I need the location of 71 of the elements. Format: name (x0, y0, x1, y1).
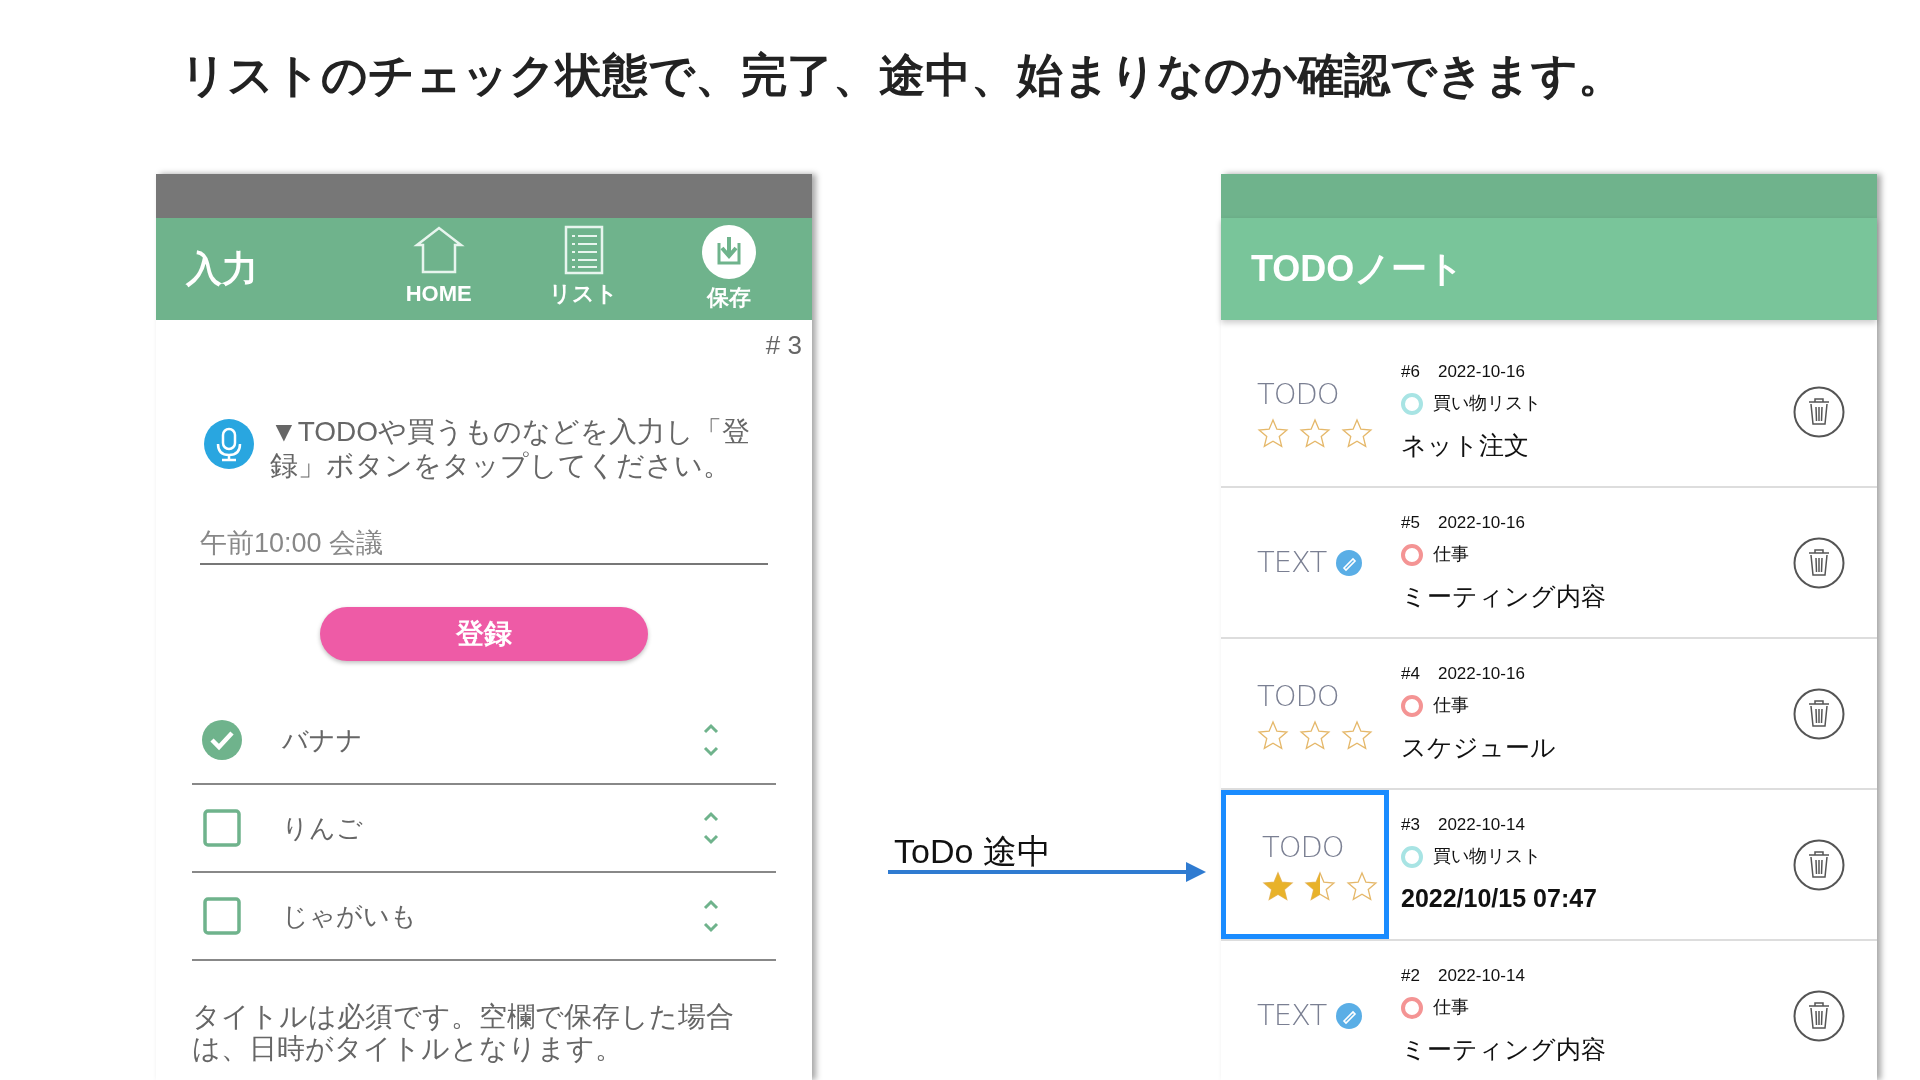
note-number: #3 (1401, 813, 1420, 836)
star-icon (1262, 871, 1294, 904)
note-type: TEXT (1257, 996, 1327, 1034)
trash-icon[interactable] (1793, 838, 1845, 891)
trash-icon[interactable] (1793, 536, 1845, 589)
note-number: #5 (1401, 511, 1420, 534)
nav-button[interactable]: リスト (529, 224, 639, 314)
note-title: スケジュール (1401, 732, 1557, 763)
star-icon (1257, 720, 1289, 753)
note-date: 2022-10-14 (1437, 813, 1525, 836)
category-label: 仕事 (1433, 996, 1469, 1019)
register-button[interactable]: 登録 (320, 607, 648, 661)
note-type: TODO (1257, 375, 1339, 413)
item-label: じゃがいも (282, 899, 418, 933)
home-icon (412, 224, 465, 275)
note-date: 2022-10-16 (1437, 360, 1525, 383)
note-type-panel[interactable]: TEXT (1221, 941, 1389, 1080)
record-number: # 3 (765, 329, 802, 362)
pencil-icon (1336, 1002, 1363, 1029)
screen-title: 入力 (186, 247, 259, 291)
star-icon (1299, 418, 1331, 451)
category-label: 仕事 (1433, 543, 1469, 566)
reorder-icon[interactable] (702, 810, 720, 846)
star-icon (1304, 871, 1336, 904)
star-icon (1346, 871, 1378, 904)
list-icon (564, 224, 604, 275)
note-number: #4 (1401, 662, 1420, 685)
star-icon (1341, 418, 1373, 451)
star-icon (1257, 418, 1289, 451)
reorder-icon[interactable] (702, 722, 720, 758)
instruction-text: ▼TODOや買うものなどを入力し「登録」ボタンをタップしてください。 (270, 415, 752, 483)
item-label: バナナ (282, 723, 364, 757)
annotation-label: ToDo 途中 (894, 831, 1051, 872)
note-type-panel[interactable]: TODO (1221, 790, 1389, 939)
headline: リストのチェック状態で、完了、途中、始まりなのか確認できます。 (180, 52, 1624, 98)
note-date: 2022-10-14 (1437, 964, 1525, 987)
checkbox[interactable] (202, 808, 242, 848)
download-icon (702, 224, 757, 279)
star-icon (1299, 720, 1331, 753)
nav-button[interactable]: HOME (383, 224, 494, 314)
note-title: ネット注文 (1401, 430, 1530, 461)
note-date: 2022-10-16 (1437, 511, 1525, 534)
note-title: ミーティング内容 (1401, 581, 1607, 612)
note-title: ミーティング内容 (1401, 1034, 1607, 1065)
trash-icon[interactable] (1793, 687, 1845, 740)
note-type: TODO (1257, 677, 1339, 715)
trash-icon[interactable] (1793, 989, 1845, 1042)
note-type-panel[interactable]: TODO (1221, 337, 1389, 486)
category-label: 買い物リスト (1433, 392, 1541, 415)
note-type: TEXT (1257, 543, 1327, 581)
category-label: 仕事 (1433, 694, 1469, 717)
category-label: 買い物リスト (1433, 845, 1541, 868)
nav-button[interactable]: 保存 (674, 224, 785, 314)
input-field[interactable]: 午前10:00 会議 (200, 523, 768, 565)
screen-title: TODOノート (1251, 247, 1465, 291)
microphone-icon[interactable] (204, 419, 254, 469)
checkbox[interactable] (202, 896, 242, 936)
pencil-icon (1336, 549, 1363, 576)
note-title: 2022/10/15 07:47 (1401, 883, 1598, 914)
trash-icon[interactable] (1793, 385, 1845, 438)
checkbox[interactable] (202, 720, 242, 760)
note-text: タイトルは必須です。空欄で保存した場合は、日時がタイトルとなります。 (192, 1001, 735, 1065)
note-type-panel[interactable]: TODO (1221, 639, 1389, 788)
note-number: #6 (1401, 360, 1420, 383)
reorder-icon[interactable] (702, 898, 720, 934)
star-icon (1341, 720, 1373, 753)
item-label: りんご (282, 811, 364, 845)
note-date: 2022-10-16 (1437, 662, 1525, 685)
note-number: #2 (1401, 964, 1420, 987)
note-type-panel[interactable]: TEXT (1221, 488, 1389, 637)
note-type: TODO (1262, 828, 1344, 866)
